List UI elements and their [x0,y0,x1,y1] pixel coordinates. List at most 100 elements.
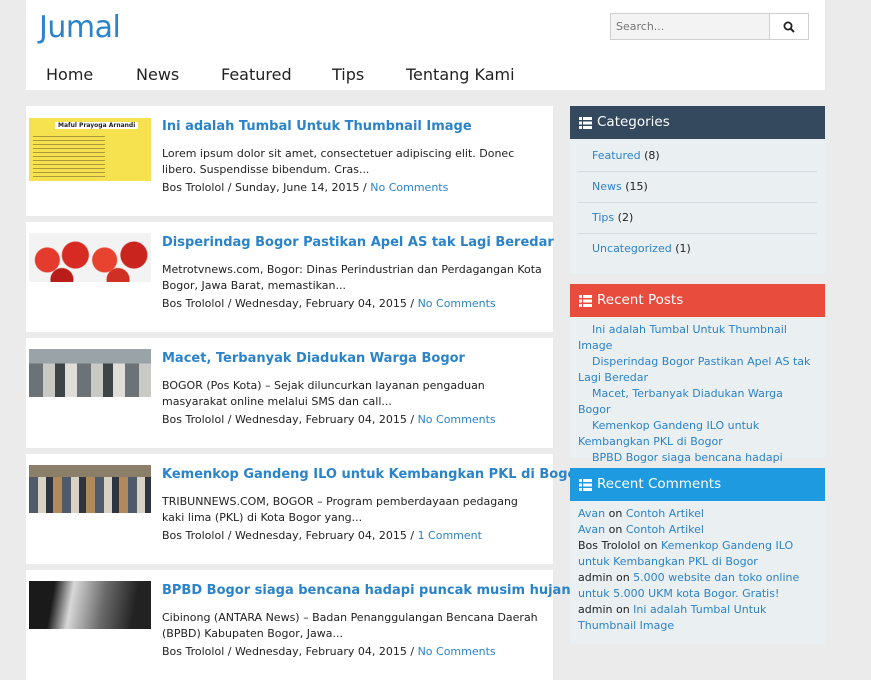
post-thumbnail[interactable] [29,581,151,629]
post-meta: Bos Trololol / Wednesday, February 04, 2… [162,645,496,658]
post-date: Wednesday, February 04, 2015 [234,297,407,310]
post-comments-link[interactable]: No Comments [418,645,496,658]
recent-posts-widget: Recent Posts Ini adalah Tumbal Untuk Thu… [570,284,825,480]
category-link-uncategorized[interactable]: Uncategorized [592,242,672,255]
recent-comment-item: admin on Ini adalah Tumbal Untuk Thumbna… [578,602,817,634]
recent-post-link[interactable]: Ini adalah Tumbal Untuk Thumbnail Image [578,323,787,352]
post-comments-link[interactable]: No Comments [418,297,496,310]
recent-post-item: Ini adalah Tumbal Untuk Thumbnail Image [578,322,817,354]
site-title[interactable]: Jumal [39,10,121,45]
post-excerpt: Lorem ipsum dolor sit amet, consectetuer… [162,147,515,176]
post-author: Bos Trololol [162,297,225,310]
recent-comment-item: Bos Trololol on Kemenkop Gandeng ILO unt… [578,538,817,570]
post-meta: Bos Trololol / Wednesday, February 04, 2… [162,413,496,426]
recent-post-link[interactable]: Disperindag Bogor Pastikan Apel AS tak L… [578,355,810,384]
post-card: BPBD Bogor siaga bencana hadapi puncak m… [26,570,571,680]
post-author: Bos Trololol [162,529,225,542]
recent-post-item: Kemenkop Gandeng ILO untuk Kembangkan PK… [578,418,817,450]
category-link-news[interactable]: News [592,180,622,193]
post-card: Macet, Terbanyak Diadukan Warga Bogor BO… [26,338,553,448]
categories-list: Featured (8) News (15) Tips (2) Uncatego… [570,139,825,264]
comment-on-word: on [615,571,630,584]
category-count: (15) [625,180,648,193]
post-date: Wednesday, February 04, 2015 [234,413,407,426]
recent-post-link[interactable]: Kemenkop Gandeng ILO untuk Kembangkan PK… [578,419,759,448]
post-date: Wednesday, February 04, 2015 [234,645,407,658]
categories-header: Categories [570,106,825,139]
recent-comments-widget: Recent Comments Avan on Contoh Artikel A… [570,468,825,644]
post-comments-link[interactable]: No Comments [370,181,448,194]
list-icon [579,479,592,491]
category-count: (2) [617,211,634,224]
comment-post-link[interactable]: Contoh Artikel [626,523,704,536]
comment-on-word: on [643,539,658,552]
nav-item-tips[interactable]: Tips [332,65,364,84]
recent-comment-item: admin on 5.000 website dan toko online u… [578,570,817,602]
post-excerpt: Cibinong (ANTARA News) – Badan Penanggul… [162,611,538,640]
post-meta: Bos Trololol / Wednesday, February 04, 2… [162,297,496,310]
post-author: Bos Trololol [162,413,225,426]
recent-post-item: Disperindag Bogor Pastikan Apel AS tak L… [578,354,817,386]
post-card: Disperindag Bogor Pastikan Apel AS tak L… [26,222,554,332]
comment-post-link[interactable]: Contoh Artikel [626,507,704,520]
recent-posts-header: Recent Posts [570,284,825,317]
search-input[interactable] [611,14,771,39]
comment-author: Bos Trololol [578,539,641,552]
post-thumbnail[interactable] [29,233,151,282]
post-title[interactable]: BPBD Bogor siaga bencana hadapi puncak m… [162,583,571,598]
category-item: News (15) [578,172,817,203]
recent-post-link[interactable]: Macet, Terbanyak Diadukan Warga Bogor [578,387,783,416]
categories-widget: Categories Featured (8) News (15) Tips (… [570,106,825,274]
thumbnail-text-lines [33,133,105,177]
post-comments-link[interactable]: No Comments [418,413,496,426]
post-card: Maful Prayoga Arnandi Ini adalah Tumbal … [26,106,553,216]
post-excerpt: TRIBUNNEWS.COM, BOGOR – Program pemberda… [162,495,518,524]
search-button[interactable] [769,14,808,39]
comment-author-link[interactable]: Avan [578,507,605,520]
list-icon [579,295,592,307]
category-count: (1) [675,242,691,255]
post-author: Bos Trololol [162,181,225,194]
post-meta: Bos Trololol / Sunday, June 14, 2015 / N… [162,181,449,194]
comment-author-link[interactable]: Avan [578,523,605,536]
post-thumbnail[interactable]: Maful Prayoga Arnandi [29,118,151,181]
recent-comments-header: Recent Comments [570,468,825,501]
post-title[interactable]: Kemenkop Gandeng ILO untuk Kembangkan PK… [162,467,583,482]
site-header: Jumal Home News Featured Tips Tentang Ka… [26,0,825,90]
nav-item-home[interactable]: Home [46,65,93,84]
search-icon [783,21,795,33]
thumbnail-caption: Maful Prayoga Arnandi [55,122,139,129]
post-author: Bos Trololol [162,645,225,658]
post-comments-link[interactable]: 1 Comment [418,529,482,542]
category-link-featured[interactable]: Featured [592,149,641,162]
post-meta: Bos Trololol / Wednesday, February 04, 2… [162,529,482,542]
post-thumbnail[interactable] [29,349,151,397]
recent-posts-list: Ini adalah Tumbal Untuk Thumbnail Image … [570,317,825,488]
recent-comments-list: Avan on Contoh Artikel Avan on Contoh Ar… [570,501,825,640]
category-item: Uncategorized (1) [578,234,817,264]
post-title[interactable]: Disperindag Bogor Pastikan Apel AS tak L… [162,235,554,250]
nav-item-featured[interactable]: Featured [221,65,292,84]
post-date: Sunday, June 14, 2015 [234,181,360,194]
recent-comments-title: Recent Comments [597,476,722,492]
post-title[interactable]: Ini adalah Tumbal Untuk Thumbnail Image [162,119,472,134]
comment-post-link[interactable]: 5.000 website dan toko online untuk 5.00… [578,571,799,600]
comment-author: admin [578,571,613,584]
nav-item-tentang-kami[interactable]: Tentang Kami [406,65,515,84]
comment-on-word: on [615,603,630,616]
recent-post-item: Macet, Terbanyak Diadukan Warga Bogor [578,386,817,418]
list-icon [579,117,592,129]
categories-title: Categories [597,114,670,130]
post-title[interactable]: Macet, Terbanyak Diadukan Warga Bogor [162,351,465,366]
post-card: Kemenkop Gandeng ILO untuk Kembangkan PK… [26,454,583,564]
category-item: Featured (8) [578,141,817,172]
category-link-tips[interactable]: Tips [592,211,614,224]
category-item: Tips (2) [578,203,817,234]
post-thumbnail[interactable] [29,465,151,513]
nav-item-news[interactable]: News [136,65,179,84]
recent-comment-item: Avan on Contoh Artikel [578,522,817,538]
comment-on-word: on [608,523,623,536]
post-excerpt: BOGOR (Pos Kota) – Sejak diluncurkan lay… [162,379,485,408]
recent-posts-title: Recent Posts [597,292,684,308]
search-form [610,13,809,40]
